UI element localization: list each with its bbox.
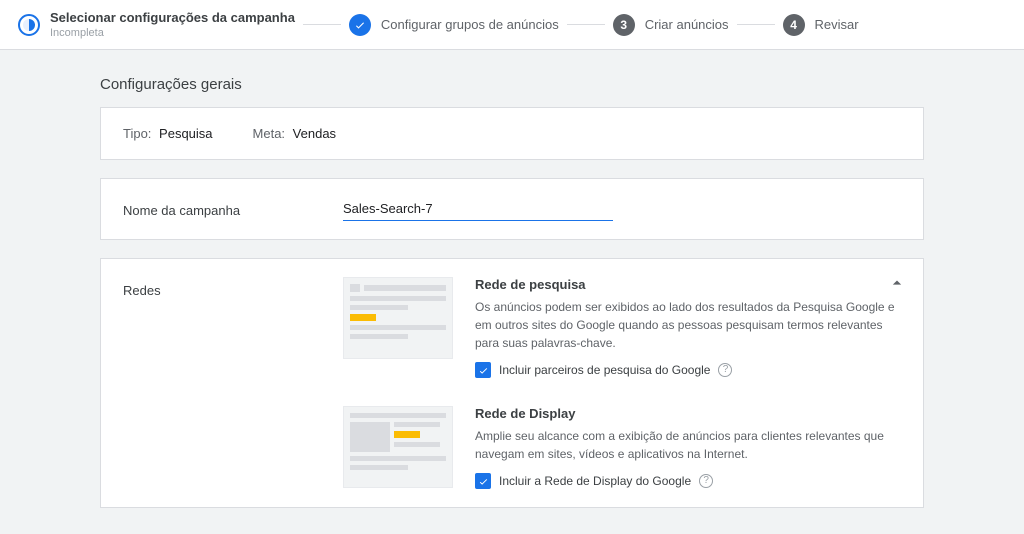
main-content: Configurações gerais Tipo: Pesquisa Meta… — [0, 50, 1024, 508]
networks-label: Redes — [123, 277, 273, 298]
display-network-desc: Amplie seu alcance com a exibição de anú… — [475, 427, 901, 463]
step-1-title: Selecionar configurações da campanha — [50, 10, 295, 25]
campaign-type: Tipo: Pesquisa — [123, 126, 213, 141]
step-1-sub: Incompleta — [50, 27, 295, 39]
wizard-stepper: Selecionar configurações da campanha Inc… — [0, 0, 1024, 50]
collapse-button[interactable] — [887, 273, 907, 296]
goal-label: Meta: — [253, 126, 286, 141]
step-4[interactable]: 4 Revisar — [783, 14, 859, 36]
search-network-title: Rede de pesquisa — [475, 277, 901, 292]
campaign-goal: Meta: Vendas — [253, 126, 337, 141]
chevron-up-icon — [887, 273, 907, 293]
type-label: Tipo: — [123, 126, 151, 141]
step-number-icon: 3 — [613, 14, 635, 36]
search-partners-checkbox[interactable] — [475, 362, 491, 378]
campaign-name-label: Nome da campanha — [123, 197, 273, 218]
type-value: Pesquisa — [159, 126, 212, 141]
search-network-desc: Os anúncios podem ser exibidos ao lado d… — [475, 298, 901, 352]
step-4-title: Revisar — [815, 17, 859, 32]
summary-card: Tipo: Pesquisa Meta: Vendas — [100, 107, 924, 160]
display-network-checkbox[interactable] — [475, 473, 491, 489]
search-network-row: Rede de pesquisa Os anúncios podem ser e… — [343, 277, 901, 378]
help-icon[interactable]: ? — [718, 363, 732, 377]
check-icon — [349, 14, 371, 36]
step-2-title: Configurar grupos de anúncios — [381, 17, 559, 32]
networks-card: Redes Rede de pesquisa Os anúncios podem… — [100, 258, 924, 508]
step-connector — [737, 24, 775, 25]
step-1[interactable]: Selecionar configurações da campanha Inc… — [18, 10, 295, 39]
step-number-icon: 4 — [783, 14, 805, 36]
display-network-label: Incluir a Rede de Display do Google — [499, 474, 691, 488]
help-icon[interactable]: ? — [699, 474, 713, 488]
page-title: Configurações gerais — [100, 76, 924, 93]
search-network-thumb — [343, 277, 453, 359]
step-3-title: Criar anúncios — [645, 17, 729, 32]
campaign-name-input[interactable] — [343, 197, 613, 221]
step-connector — [567, 24, 605, 25]
display-network-thumb — [343, 406, 453, 488]
step-2[interactable]: Configurar grupos de anúncios — [349, 14, 559, 36]
progress-icon — [18, 14, 40, 36]
display-network-title: Rede de Display — [475, 406, 901, 421]
step-3[interactable]: 3 Criar anúncios — [613, 14, 729, 36]
display-network-row: Rede de Display Amplie seu alcance com a… — [343, 406, 901, 489]
step-connector — [303, 24, 341, 25]
goal-value: Vendas — [293, 126, 336, 141]
campaign-name-card: Nome da campanha — [100, 178, 924, 240]
search-partners-label: Incluir parceiros de pesquisa do Google — [499, 363, 710, 377]
